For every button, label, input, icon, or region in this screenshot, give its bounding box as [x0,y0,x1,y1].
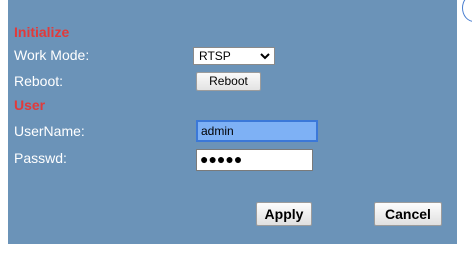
chevron-down-icon [260,53,270,60]
cancel-button[interactable]: Cancel [374,202,442,226]
reboot-label: Reboot: [14,73,64,89]
username-input[interactable]: admin [196,120,318,142]
corner-decoration [456,0,472,24]
password-label: Passwd: [14,150,67,166]
username-label: UserName: [14,123,85,139]
reboot-button[interactable]: Reboot [196,72,261,91]
work-mode-select[interactable]: RTSP [193,47,275,65]
apply-button[interactable]: Apply [256,202,312,226]
initialize-section-title: Initialize [14,24,70,40]
password-input[interactable]: ●●●●● [196,149,313,171]
work-mode-selected-value: RTSP [199,49,231,63]
work-mode-label: Work Mode: [14,47,90,63]
user-section-title: User [14,97,46,113]
